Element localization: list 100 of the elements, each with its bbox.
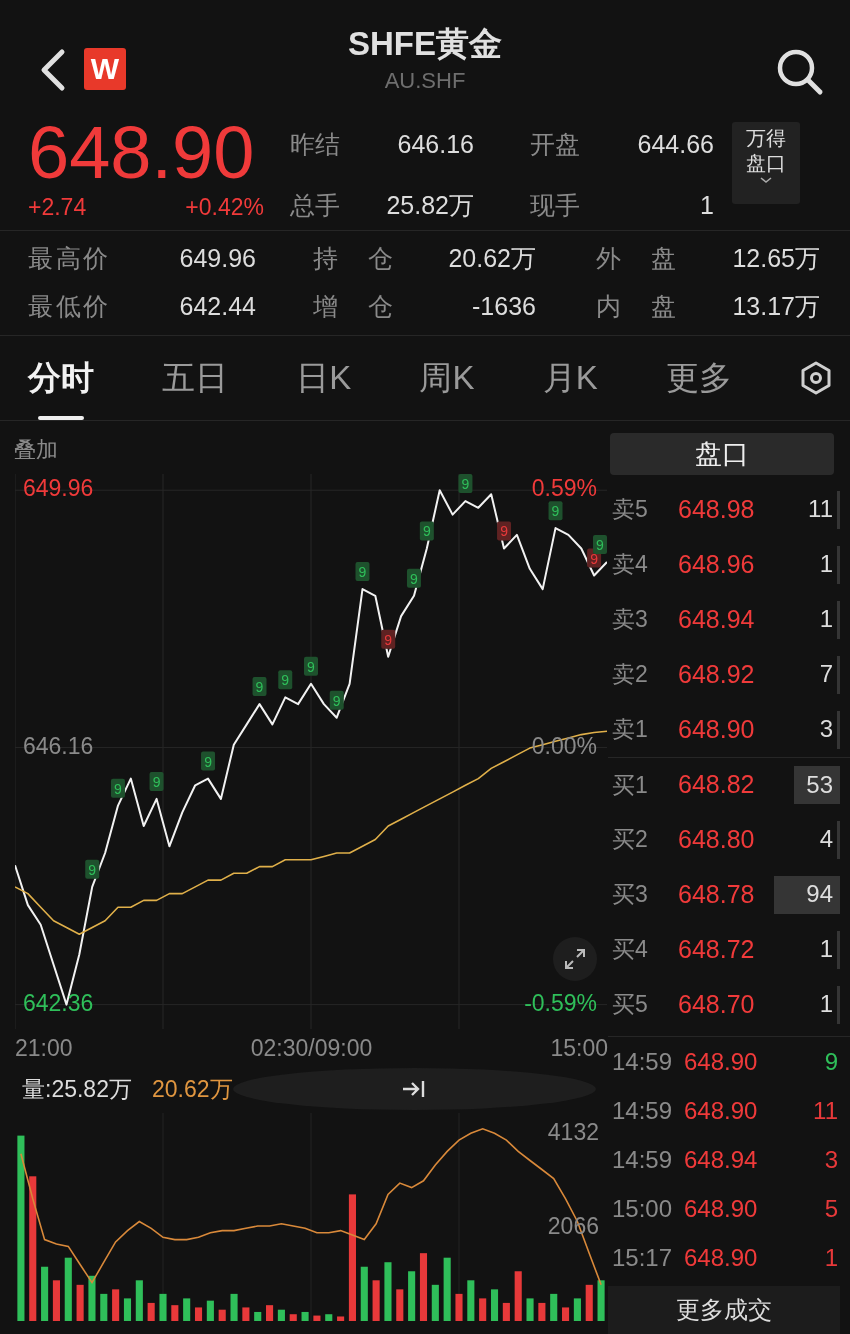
order-quantity: 3 (819, 716, 833, 743)
signal-marker: 9 (355, 562, 370, 582)
volume-bar (159, 1293, 167, 1321)
volume-bar (218, 1309, 226, 1321)
order-quantity: 53 (806, 771, 833, 799)
stat-value: 644.66 (636, 129, 714, 160)
volume-bar (597, 1280, 605, 1321)
percent-label: 0.00% (531, 732, 597, 759)
signal-marker: 9 (149, 771, 164, 791)
volume-bar (171, 1305, 179, 1321)
order-label: 买4 (612, 935, 649, 965)
detail-value: 642.44 (178, 291, 256, 323)
order-quantity: 11 (808, 496, 833, 523)
quantity-bar (837, 820, 840, 859)
signal-marker: 9 (304, 656, 318, 676)
order-label: 卖4 (612, 550, 649, 580)
order-price: 648.78 (678, 878, 756, 910)
order-price: 648.94 (678, 603, 756, 635)
signal-marker: 9 (278, 670, 293, 690)
chart-tab[interactable]: 日K (296, 348, 352, 408)
volume-bar (242, 1307, 250, 1321)
volume-bar (123, 1298, 132, 1321)
signal-marker: 9 (329, 690, 344, 710)
order-price: 648.96 (678, 548, 756, 580)
settings-icon[interactable] (800, 361, 832, 395)
volume-bar (289, 1314, 297, 1321)
signal-marker: 9 (458, 474, 473, 494)
detail-label: 内 盘 (596, 291, 676, 323)
time-axis-label: 21:00 (15, 1034, 73, 1063)
order-label: 买5 (612, 990, 649, 1020)
detail-label: 持 仓 (313, 243, 393, 275)
volume-bar (112, 1289, 120, 1321)
order-price: 648.82 (678, 769, 756, 801)
trade-time: 14:59 (612, 1144, 674, 1175)
detail-value: 20.62万 (447, 243, 536, 275)
stat-label: 开盘 (529, 129, 581, 160)
volume-bar (562, 1307, 570, 1321)
volume-bar (431, 1284, 439, 1321)
chart-tab[interactable]: 更多 (665, 348, 732, 408)
trade-time: 15:17 (612, 1242, 674, 1273)
quantity-bar (794, 766, 840, 804)
volume-bar (254, 1311, 262, 1321)
volume-bar (573, 1298, 581, 1321)
order-quantity: 4 (819, 826, 833, 853)
trade-price: 648.90 (684, 1242, 759, 1273)
order-quantity: 7 (819, 661, 833, 688)
order-book-button[interactable]: 万得盘口 (732, 122, 800, 204)
axis-label: 4132 (547, 1119, 599, 1146)
quantity-bar (837, 710, 840, 749)
app-logo: W (84, 48, 126, 90)
volume-bar (206, 1300, 214, 1321)
order-label: 买3 (612, 880, 649, 910)
order-price: 648.90 (678, 713, 756, 745)
volume-bar (194, 1307, 203, 1321)
time-axis-label: 02:30/09:00 (250, 1034, 373, 1063)
expand-button[interactable] (553, 937, 597, 981)
volume-bar (230, 1293, 238, 1321)
trade-quantity: 11 (812, 1095, 838, 1126)
chart-tab[interactable]: 分时 (28, 348, 94, 408)
order-label: 卖1 (612, 715, 649, 745)
quantity-bar (837, 490, 840, 529)
volume-bar (135, 1280, 143, 1321)
detail-value: 12.65万 (731, 243, 820, 275)
trade-quantity: 3 (823, 1144, 838, 1175)
trade-quantity: 9 (823, 1046, 838, 1077)
volume-bar (325, 1314, 333, 1321)
volume-bar (266, 1305, 274, 1321)
chart-tab[interactable]: 月K (542, 348, 598, 408)
volume-bar (479, 1298, 487, 1321)
order-label: 卖5 (612, 495, 649, 525)
more-trades-button[interactable]: 更多成交 (608, 1286, 840, 1334)
trade-time: 14:59 (612, 1095, 674, 1126)
detail-label: 增 仓 (313, 291, 393, 323)
order-label: 买2 (612, 825, 649, 855)
chart-tab[interactable]: 周K (419, 348, 475, 408)
quantity-bar (774, 875, 840, 914)
signal-marker: 9 (201, 751, 216, 771)
volume-bar (64, 1257, 72, 1321)
volume-bar (514, 1271, 522, 1321)
volume-bar (408, 1271, 416, 1321)
volume-bar (455, 1293, 463, 1321)
signal-marker: 9 (593, 535, 607, 554)
stat-label: 现手 (529, 190, 581, 221)
trade-price: 648.90 (684, 1193, 759, 1224)
search-icon[interactable] (776, 48, 824, 96)
screen-title: SHFE黄金 (348, 24, 502, 64)
volume-bar (301, 1311, 309, 1321)
order-label: 卖3 (612, 605, 649, 635)
trade-quantity: 1 (823, 1242, 838, 1273)
signal-marker: 9 (406, 568, 421, 588)
axis-label: 642.36 (23, 989, 94, 1016)
volume-bar (88, 1275, 96, 1321)
axis-label: 649.96 (23, 475, 94, 502)
volume-bar (419, 1253, 428, 1321)
signal-marker: 9 (110, 778, 125, 798)
volume-bar (41, 1266, 49, 1321)
percent-label: 0.59% (531, 475, 597, 502)
volume-bar (372, 1280, 380, 1321)
order-book-header[interactable]: 盘口 (610, 433, 834, 475)
chart-tab[interactable]: 五日 (162, 348, 229, 408)
